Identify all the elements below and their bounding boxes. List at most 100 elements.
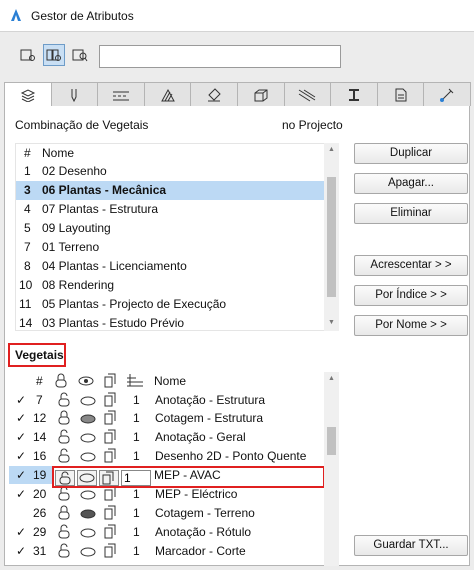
duplicar-button[interactable]: Duplicar bbox=[354, 143, 468, 164]
tab-surfaces[interactable] bbox=[190, 82, 238, 106]
check-icon[interactable]: ✓ bbox=[16, 428, 26, 446]
scroll-thumb[interactable] bbox=[327, 177, 336, 297]
column-number[interactable]: # bbox=[36, 372, 43, 390]
visibility-column-icon[interactable] bbox=[77, 374, 95, 392]
list-item[interactable]: 7 01 Terreno bbox=[16, 238, 326, 257]
fills-icon bbox=[160, 88, 175, 101]
check-icon[interactable]: ✓ bbox=[16, 523, 26, 541]
intersection-number[interactable]: 1 bbox=[133, 391, 140, 409]
list-item[interactable]: 10 08 Rendering bbox=[16, 276, 326, 295]
eye-icon[interactable] bbox=[79, 545, 97, 563]
tab-layers[interactable] bbox=[4, 82, 52, 107]
intersection-number[interactable]: 1 bbox=[133, 447, 140, 465]
unlock-icon[interactable] bbox=[57, 543, 71, 563]
visibility-toggle-button[interactable] bbox=[77, 470, 97, 486]
solid-icon[interactable] bbox=[103, 543, 117, 563]
check-icon[interactable]: ✓ bbox=[16, 466, 26, 484]
list-item[interactable]: 4 07 Plantas - Estrutura bbox=[16, 200, 326, 219]
eliminar-button[interactable]: Eliminar bbox=[354, 203, 468, 224]
window-title: Gestor de Atributos bbox=[31, 9, 134, 23]
check-icon[interactable]: ✓ bbox=[16, 409, 26, 427]
table-row[interactable]: ✓ 31 1 Marcador - Corte bbox=[9, 542, 325, 560]
check-icon[interactable]: ✓ bbox=[16, 447, 26, 465]
combination-location: no Projecto bbox=[282, 118, 343, 132]
solid-icon[interactable] bbox=[103, 524, 117, 544]
guardar-txt-button[interactable]: Guardar TXT... bbox=[354, 535, 468, 556]
list-view-button[interactable] bbox=[17, 44, 39, 66]
solid-icon[interactable] bbox=[103, 486, 117, 506]
wireframe-column-icon[interactable] bbox=[103, 373, 117, 393]
layer-name: Cotagem - Terreno bbox=[155, 506, 255, 520]
wireframe-toggle-button[interactable] bbox=[99, 470, 119, 486]
por-indice-button[interactable]: Por Índice > > bbox=[354, 285, 468, 306]
scroll-down-icon[interactable]: ▼ bbox=[328, 319, 335, 326]
table-row[interactable]: ✓ 29 1 Anotação - Rótulo bbox=[9, 523, 325, 541]
layer-number: 19 bbox=[33, 468, 47, 482]
intersection-number[interactable]: 1 bbox=[133, 542, 140, 560]
lock-icon[interactable] bbox=[57, 505, 71, 525]
unlock-icon[interactable] bbox=[57, 486, 71, 506]
item-number: 14 bbox=[19, 316, 33, 330]
scroll-up-icon[interactable]: ▲ bbox=[328, 375, 335, 382]
search-input[interactable] bbox=[99, 45, 341, 68]
table-row[interactable]: ✓ 14 1 Anotação - Geral bbox=[9, 428, 325, 446]
check-icon[interactable]: ✓ bbox=[16, 485, 26, 503]
column-number[interactable]: # bbox=[24, 144, 31, 163]
acrescentar-button[interactable]: Acrescentar > > bbox=[354, 255, 468, 276]
table-row[interactable]: ✓ 12 1 Cotagem - Estrutura bbox=[9, 409, 325, 427]
check-icon[interactable]: ✓ bbox=[16, 391, 26, 409]
layer-scrollbar[interactable]: ▲ bbox=[324, 372, 339, 566]
unlock-icon[interactable] bbox=[57, 524, 71, 544]
tab-pens[interactable] bbox=[50, 82, 99, 106]
apagar-button[interactable]: Apagar... bbox=[354, 173, 468, 194]
intersection-group-icon[interactable] bbox=[126, 373, 144, 392]
item-name: 01 Terreno bbox=[42, 240, 100, 254]
intersection-input[interactable] bbox=[121, 470, 151, 486]
combination-label: Combinação de Vegetais bbox=[15, 118, 149, 132]
lock-column-icon[interactable] bbox=[54, 373, 68, 393]
scroll-thumb[interactable] bbox=[327, 427, 336, 455]
split-view-button[interactable] bbox=[43, 44, 65, 66]
unlock-icon[interactable] bbox=[57, 448, 71, 468]
layer-number: 16 bbox=[33, 449, 47, 463]
list-item[interactable]: 11 05 Plantas - Projecto de Execução bbox=[16, 295, 326, 314]
intersection-number[interactable]: 1 bbox=[133, 523, 140, 541]
profiles-icon bbox=[299, 89, 316, 101]
item-number: 7 bbox=[24, 240, 31, 254]
column-name[interactable]: Nome bbox=[154, 372, 186, 390]
intersection-number[interactable]: 1 bbox=[133, 409, 140, 427]
intersection-number[interactable]: 1 bbox=[133, 504, 140, 522]
list-item[interactable]: 14 03 Plantas - Estudo Prévio bbox=[16, 314, 326, 330]
solid-icon[interactable] bbox=[103, 448, 117, 468]
solid-icon[interactable] bbox=[103, 505, 117, 525]
intersection-number[interactable]: 1 bbox=[133, 428, 140, 446]
tab-materials[interactable] bbox=[423, 82, 471, 106]
tab-fills[interactable] bbox=[143, 82, 192, 106]
list-view-icon bbox=[20, 49, 35, 61]
por-nome-button[interactable]: Por Nome > > bbox=[354, 315, 468, 336]
tab-lines[interactable] bbox=[97, 82, 145, 106]
item-number: 10 bbox=[19, 278, 33, 292]
table-row[interactable]: ✓ 16 1 Desenho 2D - Ponto Quente bbox=[9, 447, 325, 465]
solid-icon[interactable] bbox=[103, 429, 117, 449]
detail-view-button[interactable] bbox=[69, 44, 91, 66]
tab-profiles[interactable] bbox=[283, 82, 332, 106]
layer-name: Cotagem - Estrutura bbox=[155, 411, 264, 425]
list-item[interactable]: 8 04 Plantas - Licenciamento bbox=[16, 257, 326, 276]
lock-icon[interactable] bbox=[57, 410, 71, 430]
tab-composites[interactable] bbox=[236, 82, 285, 106]
table-row[interactable]: ✓ 7 1 Anotação - Estrutura bbox=[9, 391, 325, 409]
list-item[interactable]: 5 09 Layouting bbox=[16, 219, 326, 238]
list-item-selected[interactable]: 3 06 Plantas - Mecânica bbox=[16, 181, 326, 200]
solid-icon[interactable] bbox=[103, 410, 117, 430]
table-row[interactable]: 26 1 Cotagem - Terreno bbox=[9, 504, 325, 522]
lock-toggle-button[interactable] bbox=[55, 470, 75, 486]
tab-markers[interactable] bbox=[376, 82, 425, 106]
unlock-icon[interactable] bbox=[57, 429, 71, 449]
tab-zones[interactable] bbox=[330, 82, 378, 106]
list-item[interactable]: 1 02 Desenho bbox=[16, 162, 326, 181]
column-name[interactable]: Nome bbox=[42, 144, 74, 163]
check-icon[interactable]: ✓ bbox=[16, 542, 26, 560]
scroll-up-icon[interactable]: ▲ bbox=[328, 146, 335, 153]
combination-scrollbar[interactable]: ▲ ▼ bbox=[324, 143, 339, 331]
